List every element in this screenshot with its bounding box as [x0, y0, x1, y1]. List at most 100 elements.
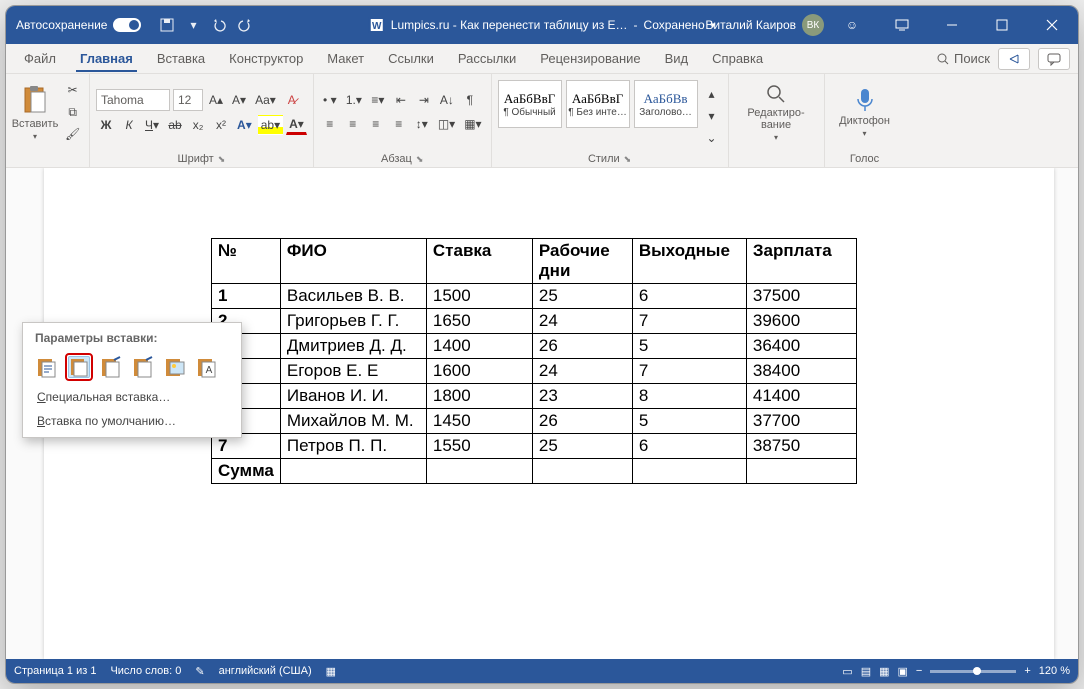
copy-icon[interactable]: ⧉ — [62, 102, 83, 122]
share-button[interactable] — [998, 48, 1030, 70]
data-table[interactable]: № ФИО Ставка Рабочие дни Выходные Зарпла… — [211, 238, 857, 484]
italic-button[interactable]: К — [119, 115, 139, 135]
macro-icon[interactable]: ▦ — [326, 665, 336, 678]
language-status[interactable]: английский (США) — [219, 665, 312, 677]
style-no-spacing[interactable]: АаБбВвГ ¶ Без инте… — [566, 80, 630, 128]
group-clipboard: Вставить ▾ ✂ ⧉ 🖌 Буфер обмена — [6, 74, 90, 167]
face-icon[interactable]: ☺ — [830, 6, 874, 44]
editing-button[interactable]: Редактиро­вание ▾ — [753, 76, 799, 148]
undo-icon[interactable] — [211, 17, 227, 33]
cut-icon[interactable]: ✂ — [62, 80, 83, 100]
paste-button[interactable]: Вставить ▾ — [12, 76, 58, 148]
outdent-icon[interactable]: ⇤ — [391, 90, 411, 110]
font-size-combo[interactable]: 12 — [173, 89, 203, 111]
paste-link-icon[interactable] — [97, 353, 125, 381]
autosave-toggle[interactable]: Автосохранение — [6, 18, 151, 32]
print-layout-icon[interactable]: ▦ — [879, 665, 889, 678]
special-paste-item[interactable]: ССпециальная вставка…пециальная вставка… — [23, 385, 241, 409]
tab-file[interactable]: Файл — [14, 47, 66, 70]
zoom-in-button[interactable]: + — [1024, 665, 1030, 677]
search-box[interactable]: Поиск — [936, 51, 990, 66]
paste-text-only-icon[interactable]: A — [193, 353, 221, 381]
find-icon — [765, 83, 787, 105]
change-case-icon[interactable]: Aa▾ — [252, 90, 279, 110]
style-normal[interactable]: АаБбВвГ ¶ Обычный — [498, 80, 562, 128]
shading-icon[interactable]: ◫▾ — [435, 114, 458, 134]
ribbon-options-icon[interactable] — [880, 6, 924, 44]
indent-icon[interactable]: ⇥ — [414, 90, 434, 110]
paste-link-dest-icon[interactable] — [129, 353, 157, 381]
underline-button[interactable]: Ч▾ — [142, 115, 162, 135]
multilevel-icon[interactable]: ≡▾ — [368, 90, 388, 110]
align-center-icon[interactable]: ≡ — [343, 114, 363, 134]
comments-button[interactable] — [1038, 48, 1070, 70]
font-name-combo[interactable]: Tahoma — [96, 89, 170, 111]
svg-text:A: A — [206, 365, 213, 376]
justify-icon[interactable]: ≡ — [389, 114, 409, 134]
statusbar: Страница 1 из 1 Число слов: 0 ✎ английск… — [6, 659, 1078, 683]
minimize-button[interactable] — [930, 6, 974, 44]
numbering-icon[interactable]: 1.▾ — [343, 90, 365, 110]
shrink-font-icon[interactable]: A▾ — [229, 90, 249, 110]
tab-view[interactable]: Вид — [655, 47, 699, 70]
redo-icon[interactable] — [237, 17, 253, 33]
maximize-button[interactable] — [980, 6, 1024, 44]
bold-button[interactable]: Ж — [96, 115, 116, 135]
table-row: 6Михайлов М. М.145026537700 — [212, 409, 857, 434]
superscript-button[interactable]: x² — [211, 115, 231, 135]
text-effects-icon[interactable]: A▾ — [234, 115, 255, 135]
web-layout-icon[interactable]: ▣ — [898, 665, 908, 678]
share-icon — [1007, 52, 1021, 66]
user-name[interactable]: Виталий Каиров — [705, 18, 796, 32]
clear-format-icon[interactable]: A̷ — [282, 90, 302, 110]
default-paste-item[interactable]: Вставка по умолчанию… — [23, 409, 241, 433]
window-title: W Lumpics.ru - Как перенести таблицу из … — [369, 17, 715, 33]
styles-down-icon[interactable]: ▾ — [702, 106, 722, 126]
paste-options-row: A — [23, 349, 241, 385]
focus-mode-icon[interactable]: ▭ — [842, 665, 852, 678]
tab-mail[interactable]: Рассылки — [448, 47, 526, 70]
line-spacing-icon[interactable]: ↕▾ — [412, 114, 432, 134]
subscript-button[interactable]: x₂ — [188, 115, 208, 135]
show-marks-icon[interactable]: ¶ — [460, 90, 480, 110]
bullets-icon[interactable]: • ▾ — [320, 90, 340, 110]
tab-refs[interactable]: Ссылки — [378, 47, 444, 70]
borders-icon[interactable]: ▦▾ — [461, 114, 484, 134]
tab-home[interactable]: Главная — [70, 47, 143, 70]
quick-access-toolbar: ▾ — [151, 17, 261, 33]
paste-use-destination-icon[interactable] — [65, 353, 93, 381]
highlight-icon[interactable]: ab▾ — [258, 115, 283, 135]
zoom-out-button[interactable]: − — [916, 665, 922, 677]
style-heading[interactable]: АаБбВв Заголово… — [634, 80, 698, 128]
tab-help[interactable]: Справка — [702, 47, 773, 70]
dictate-button[interactable]: Диктофон ▾ — [842, 76, 888, 148]
save-icon[interactable] — [159, 17, 175, 33]
avatar[interactable]: ВК — [802, 14, 824, 36]
align-left-icon[interactable]: ≡ — [320, 114, 340, 134]
font-color-icon[interactable]: A▾ — [286, 115, 307, 135]
paste-picture-icon[interactable] — [161, 353, 189, 381]
tab-design[interactable]: Конструктор — [219, 47, 313, 70]
close-button[interactable] — [1030, 6, 1074, 44]
read-mode-icon[interactable]: ▤ — [861, 665, 871, 678]
paste-keep-source-icon[interactable] — [33, 353, 61, 381]
spellcheck-icon[interactable]: ✎ — [195, 665, 204, 678]
sort-icon[interactable]: A↓ — [437, 90, 457, 110]
svg-text:W: W — [372, 21, 382, 32]
zoom-slider[interactable] — [930, 670, 1016, 673]
format-painter-icon[interactable]: 🖌 — [62, 124, 83, 144]
styles-more-icon[interactable]: ⌄ — [702, 128, 722, 148]
grow-font-icon[interactable]: A▴ — [206, 90, 226, 110]
tab-insert[interactable]: Вставка — [147, 47, 215, 70]
tab-review[interactable]: Рецензирование — [530, 47, 650, 70]
titlebar-right: Виталий Каиров ВК ☺ — [705, 6, 1078, 44]
align-right-icon[interactable]: ≡ — [366, 114, 386, 134]
tab-layout[interactable]: Макет — [317, 47, 374, 70]
word-count[interactable]: Число слов: 0 — [110, 665, 181, 677]
group-styles: АаБбВвГ ¶ Обычный АаБбВвГ ¶ Без инте… Аа… — [492, 74, 729, 167]
zoom-level[interactable]: 120 % — [1039, 665, 1070, 677]
strike-button[interactable]: ab — [165, 115, 185, 135]
qat-dropdown-icon[interactable]: ▾ — [185, 17, 201, 33]
styles-up-icon[interactable]: ▴ — [702, 84, 722, 104]
page-status[interactable]: Страница 1 из 1 — [14, 665, 96, 677]
